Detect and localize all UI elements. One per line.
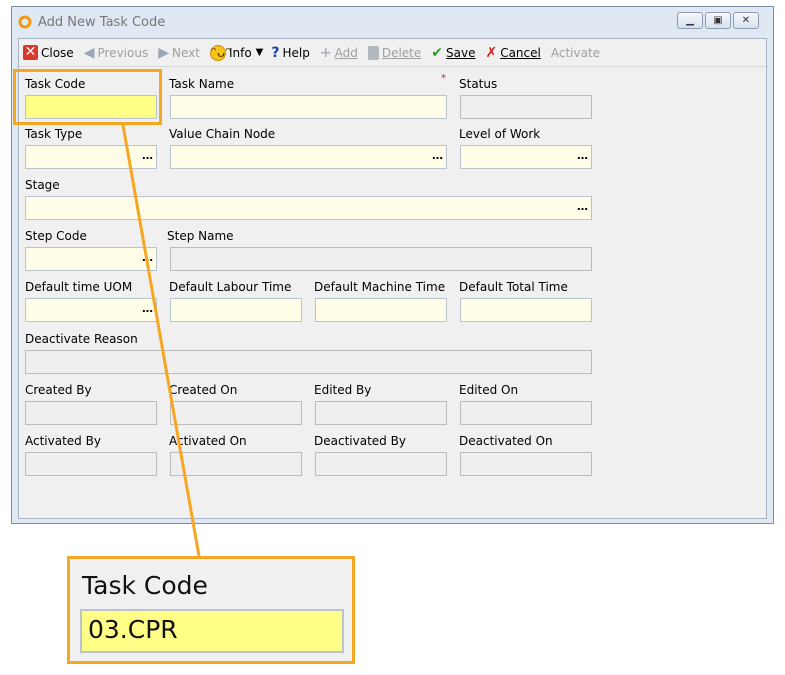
callout-task-code-label: Task Code bbox=[82, 571, 208, 600]
task-code-zoom-callout: Task Code 03.CPR bbox=[67, 556, 355, 664]
callout-task-code-field: 03.CPR bbox=[80, 609, 344, 653]
